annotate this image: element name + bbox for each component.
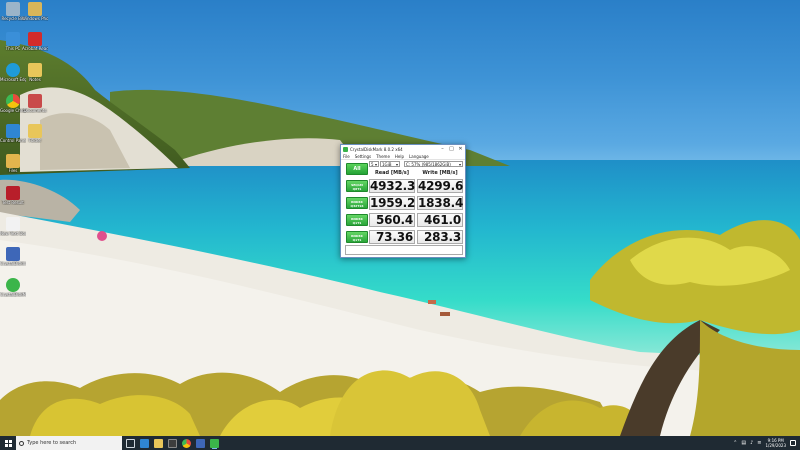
desktop-icon-files[interactable]: Files [0,154,26,173]
chrome-icon[interactable] [182,438,191,448]
comment-input[interactable] [345,245,463,255]
result-row: RND4K Q32T16 1959.2 1838.4 [344,195,464,211]
edge-icon [6,63,20,77]
count-select[interactable]: 5 [369,161,379,167]
folder-icon [6,154,20,168]
size-select[interactable]: 1GiB [380,161,400,167]
menu-help[interactable]: Help [395,154,404,159]
write-value: 4299.6 [417,179,464,193]
crystaldiskmark-window: CrystalDiskMark 8.0.2 x64 – □ ✕ File Set… [340,144,466,258]
crystaldiskinfo-icon [6,247,20,261]
desktop-icon-notes[interactable]: Notes [22,63,48,82]
write-value: 461.0 [417,213,463,227]
taskbar-search[interactable]: Type here to search [16,436,122,450]
desktop-icon-crystaldiskmark[interactable]: CrystalDiskMark 8 [0,278,26,297]
menu-bar: File Settings Theme Help Language [341,153,465,160]
crystaldiskinfo-icon[interactable] [196,438,205,448]
start-button[interactable] [0,436,16,450]
read-value: 4932.3 [369,179,416,193]
text-file-icon [6,217,20,231]
all-button[interactable]: All [346,163,368,175]
control-row: All 5 1GiB C: 57% (985/1862GiB) Read [MB… [344,161,464,177]
close-button[interactable]: ✕ [456,145,465,153]
write-value: 283.3 [417,230,463,244]
app-icon[interactable] [168,438,177,448]
window-titlebar[interactable]: CrystalDiskMark 8.0.2 x64 – □ ✕ [341,145,465,153]
pdf-icon [28,32,42,46]
control-panel-icon[interactable] [140,438,149,448]
task-view-icon[interactable] [126,438,135,448]
document-icon [28,2,42,16]
app-icon [343,146,348,152]
drive-select[interactable]: C: 57% (985/1862GiB) [404,161,463,167]
maximize-button[interactable]: □ [447,145,456,153]
search-placeholder: Type here to search [27,440,77,446]
result-row: SEQ1M Q8T1 4932.3 4299.6 [344,178,464,194]
test-button-rnd4k-q32t16[interactable]: RND4K Q32T16 [346,197,368,209]
minimize-button[interactable]: – [438,145,447,153]
taskbar-apps [126,438,219,448]
image-file-icon [6,186,20,200]
clock-date: 1/29/2023 [765,443,786,448]
read-header: Read [MB/s] [374,170,410,176]
volume-icon[interactable]: ♪ [750,440,753,446]
test-params: Q8T1 [352,187,362,191]
notification-icon[interactable] [790,440,796,446]
menu-file[interactable]: File [343,154,350,159]
menu-settings[interactable]: Settings [355,154,371,159]
menu-theme[interactable]: Theme [376,154,390,159]
chevron-up-icon[interactable]: ⌃ [733,440,737,446]
taskbar: Type here to search ⌃ ▤ ♪ ≡ 9:16 PM 1/29… [0,436,800,450]
file-explorer-icon[interactable] [154,438,163,448]
desktop-icon-photo-viewer[interactable]: Windows Photo Viewer [22,2,48,21]
read-value: 1959.2 [369,196,416,210]
chrome-icon [6,94,20,108]
control-panel-icon [6,124,20,138]
test-button-rnd4k-q1t1-second[interactable]: RND4K Q1T1 [346,231,368,243]
crystaldiskmark-icon [6,278,20,292]
document-icon [28,94,42,108]
document-icon [28,63,42,77]
computer-icon [6,32,20,46]
test-params: Q1T1 [352,238,362,242]
desktop-icon-folder[interactable]: Folder [22,124,48,143]
desktop-icon-text-document[interactable]: New Text Document [0,217,26,236]
desktop-icon-documents[interactable]: Documents [22,94,48,113]
network-icon[interactable]: ▤ [741,440,746,446]
language-icon[interactable]: ≡ [757,440,761,446]
system-tray: ⌃ ▤ ♪ ≡ 9:16 PM 1/29/2023 [733,436,796,450]
read-value: 560.4 [369,213,415,227]
search-icon [19,440,24,446]
desktop-icon-crystaldiskinfo[interactable]: CrystalDiskInfo [0,247,26,266]
folder-icon [28,124,42,138]
desktop-icon-acrobat[interactable]: Acrobat Reader [22,32,48,51]
windows-logo-icon [4,439,12,447]
recycle-bin-icon [6,2,20,16]
test-button-rnd4k-q1t1[interactable]: RND4K Q1T1 [346,214,368,226]
desktop-icon-test-result[interactable]: Test Result [0,186,26,205]
result-row: RND4K Q1T1 73.36 283.3 [344,229,464,245]
crystaldiskmark-icon[interactable] [210,438,219,448]
write-header: Write [MB/s] [422,170,458,176]
result-row: RND4K Q1T1 560.4 461.0 [344,212,464,228]
test-params: Q32T16 [350,204,364,208]
write-value: 1838.4 [417,196,464,210]
clock[interactable]: 9:16 PM 1/29/2023 [765,438,786,448]
test-params: Q1T1 [352,221,362,225]
menu-language[interactable]: Language [409,154,429,159]
read-value: 73.36 [369,230,415,244]
window-title: CrystalDiskMark 8.0.2 x64 [350,146,403,152]
test-button-seq1m[interactable]: SEQ1M Q8T1 [346,180,368,192]
